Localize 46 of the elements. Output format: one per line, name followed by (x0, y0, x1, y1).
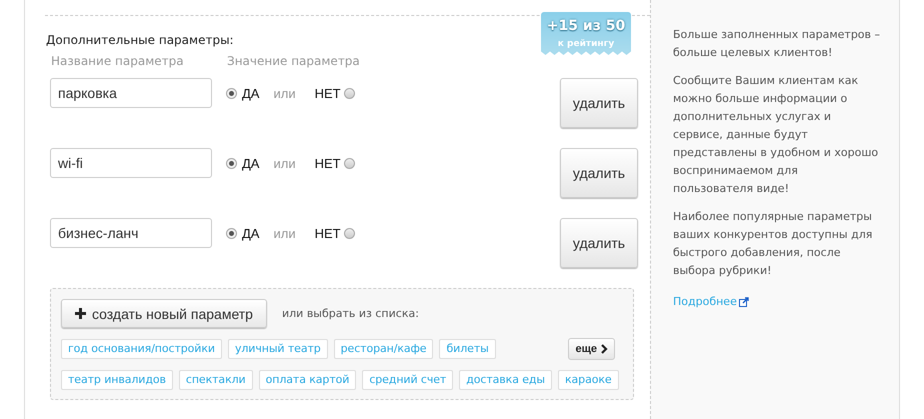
parameter-tag[interactable]: год основания/постройки (61, 339, 222, 359)
option-label: ДА (242, 226, 260, 240)
parameter-tag[interactable]: уличный театр (228, 339, 328, 359)
radio-button[interactable] (344, 88, 355, 98)
parameter-tag[interactable]: оплата картой (258, 370, 356, 390)
option-label: НЕТ (314, 156, 341, 170)
column-header: Значение параметра (227, 54, 360, 68)
option-label: ДА (242, 86, 260, 100)
or-text: или (273, 86, 296, 100)
badge-caption: к рейтингу (558, 38, 614, 51)
or-text: или (273, 156, 296, 170)
more-button[interactable]: еще (568, 338, 615, 360)
column-header: Название параметра (51, 54, 185, 68)
info-paragraph: Наиболее популярные параметры ваших конкурентов доступны для быстрого добавления, после выбора рубрики! (673, 209, 874, 279)
parameter-tag[interactable]: доставка еды (459, 370, 552, 390)
parameter-name-field[interactable]: парковка (50, 78, 212, 108)
parameter-tag[interactable]: театр инвалидов (61, 370, 173, 390)
plus-icon (75, 308, 86, 319)
delete-button[interactable]: удалить (560, 78, 638, 128)
parameter-name-field[interactable]: бизнес-ланч (50, 218, 212, 248)
parameter-name-field[interactable]: wi-fi (50, 148, 212, 178)
delete-button[interactable]: удалить (560, 218, 638, 268)
parameter-tag[interactable]: средний счет (362, 370, 454, 390)
option-label: НЕТ (314, 226, 341, 240)
parameter-tag[interactable]: караоке (558, 370, 619, 390)
choose-from-list-text: или выбрать из списка: (282, 307, 419, 320)
parameter-tag[interactable]: ресторан/кафе (334, 339, 434, 359)
badge-score: +15 из 50 (546, 17, 626, 35)
info-paragraph: Сообщите Вашим клиентам как можно больше информации о дополнительных услугах и сервисе, данные будут представлены в удобном и хорошо воспринимаемом для пользователя виде! (673, 73, 880, 197)
radio-button[interactable] (226, 228, 237, 238)
external-link-icon (738, 296, 749, 306)
delete-button[interactable]: удалить (560, 148, 638, 198)
radio-button[interactable] (344, 228, 355, 238)
or-text: или (273, 226, 296, 240)
create-parameter-button[interactable]: создать новый параметр (61, 299, 267, 328)
radio-button[interactable] (344, 158, 355, 168)
option-label: НЕТ (314, 86, 341, 100)
chevron-right-icon (601, 344, 608, 354)
more-info-link[interactable]: Подробнее (673, 295, 749, 308)
section-title: Дополнительные параметры: (46, 33, 234, 47)
parameter-tag[interactable]: билеты (439, 339, 496, 359)
radio-button[interactable] (226, 88, 237, 98)
info-paragraph: Больше заполненных параметров – больше целевых клиентов! (673, 27, 881, 61)
radio-button[interactable] (226, 158, 237, 168)
option-label: ДА (242, 156, 260, 170)
parameter-tag[interactable]: спектакли (178, 370, 253, 390)
